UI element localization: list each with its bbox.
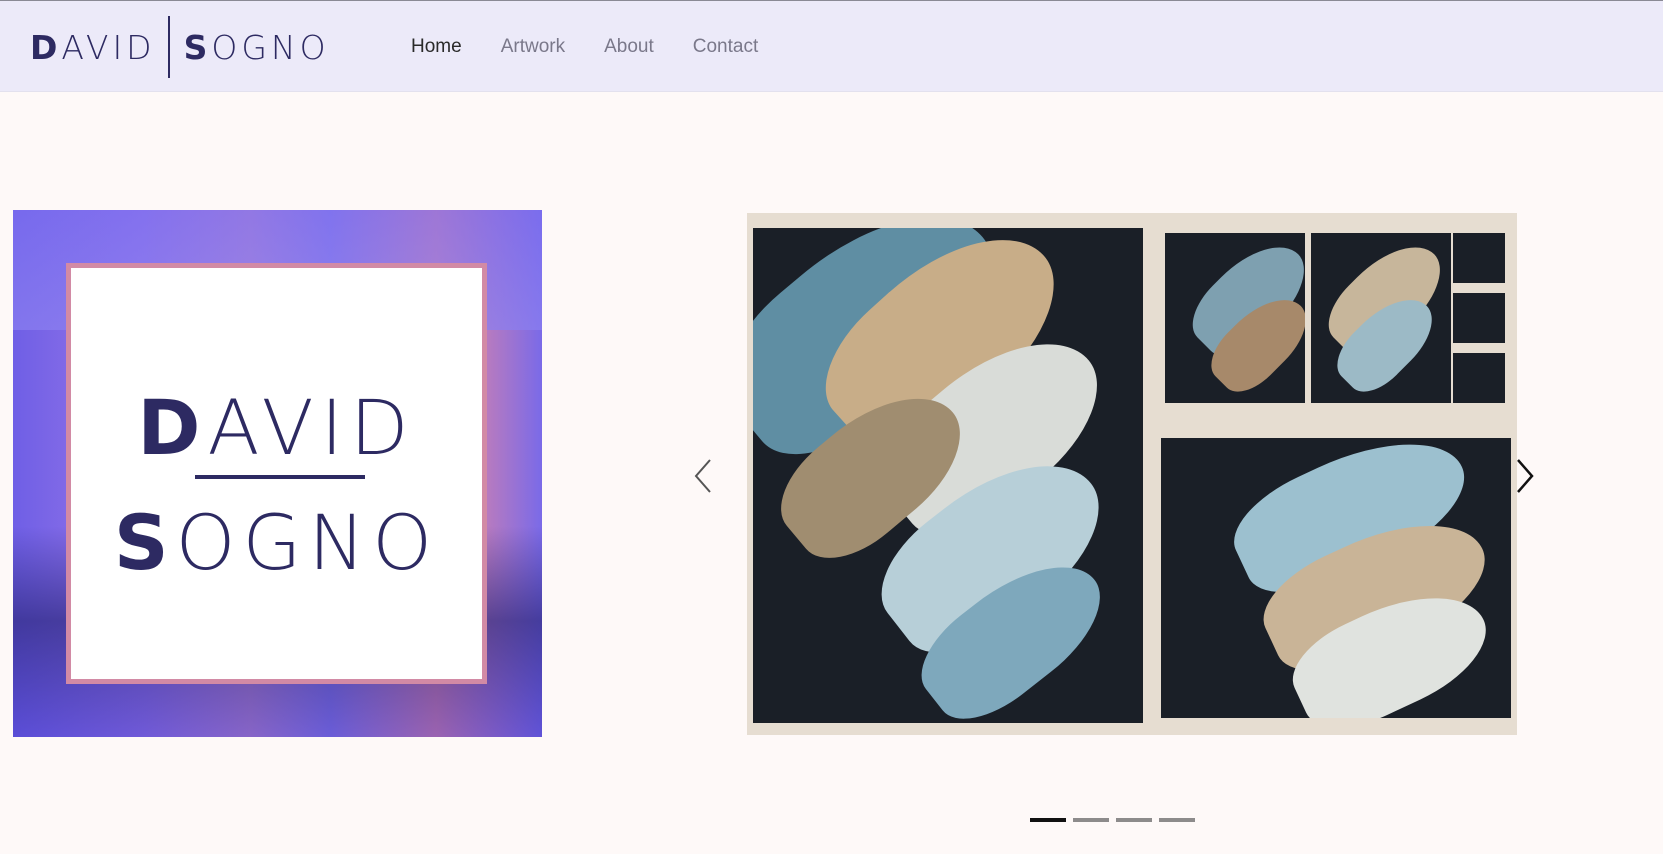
- painting-tiny-2: [1453, 293, 1505, 343]
- painting-small-2: [1311, 233, 1451, 403]
- brand-logo[interactable]: DAVID SOGNO: [30, 16, 330, 78]
- chevron-left-icon: [694, 459, 711, 493]
- nav-contact[interactable]: Contact: [693, 35, 758, 59]
- brand-first-name: DAVID: [30, 27, 156, 67]
- carousel-indicator-4[interactable]: [1159, 818, 1195, 822]
- painting-medium: [1161, 438, 1511, 718]
- logo-last-name: SOGNO: [113, 498, 440, 587]
- painting-tiny-1: [1453, 233, 1505, 283]
- painting-small-1: [1165, 233, 1305, 403]
- carousel-indicators: [1030, 818, 1202, 822]
- carousel-indicator-3[interactable]: [1116, 818, 1152, 822]
- nav-artwork[interactable]: Artwork: [501, 35, 565, 59]
- logo-underline: [195, 475, 365, 479]
- carousel-indicator-2[interactable]: [1073, 818, 1109, 822]
- top-navbar: DAVID SOGNO Home Artwork About Contact: [0, 0, 1663, 92]
- nav-about[interactable]: About: [604, 35, 654, 59]
- nav-home[interactable]: Home: [411, 35, 462, 59]
- carousel-slide-artwork: [747, 213, 1517, 735]
- brand-divider: [167, 16, 170, 78]
- carousel-prev-button[interactable]: [690, 456, 720, 496]
- painting-large: [753, 228, 1143, 723]
- hero-logo-image: DAVID SOGNO: [13, 210, 542, 737]
- logo-frame: DAVID SOGNO: [66, 263, 487, 684]
- chevron-right-icon: [1517, 459, 1534, 493]
- carousel-indicator-1[interactable]: [1030, 818, 1066, 822]
- painting-tiny-3: [1453, 353, 1505, 403]
- carousel-next-button[interactable]: [1508, 456, 1538, 496]
- brand-last-name: SOGNO: [183, 27, 330, 67]
- logo-first-name: DAVID: [137, 383, 416, 472]
- main-nav: Home Artwork About Contact: [411, 35, 797, 59]
